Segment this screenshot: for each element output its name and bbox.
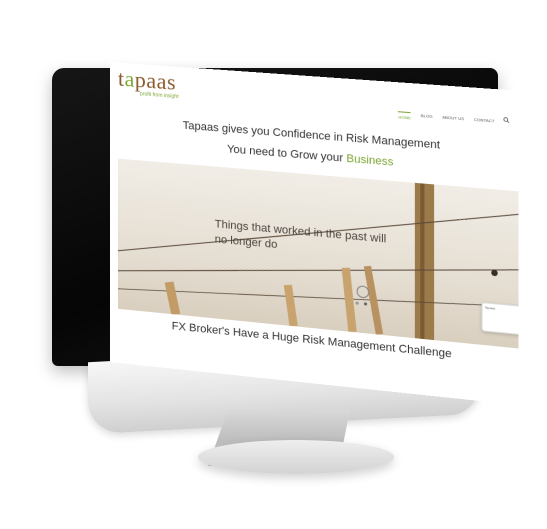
slider-dot[interactable] xyxy=(363,302,368,306)
slider-dot[interactable] xyxy=(355,301,359,305)
chat-widget[interactable]: Tapaas xyxy=(481,302,519,337)
nav-item-about-us[interactable]: ABOUT US xyxy=(442,114,464,124)
nav-item-home[interactable]: HOME xyxy=(398,111,412,121)
slider-down-arrow-icon[interactable] xyxy=(356,285,370,299)
nav-item-contact[interactable]: CONTACT xyxy=(474,117,495,127)
nav-item-blog[interactable]: BLOG xyxy=(421,113,433,122)
logo-letter-a: a xyxy=(124,66,135,92)
monitor-stand-base xyxy=(198,440,394,474)
headline-line-2-accent: Business xyxy=(346,152,394,169)
monitor-screen: tapaas profit from insight HOME BLOG ABO… xyxy=(110,62,519,406)
headline-line-2-prefix: You need to Grow your xyxy=(227,143,347,165)
chat-widget-title: Tapaas xyxy=(484,305,496,311)
search-icon[interactable] xyxy=(503,117,510,124)
main-nav: HOME BLOG ABOUT US CONTACT xyxy=(398,111,494,126)
